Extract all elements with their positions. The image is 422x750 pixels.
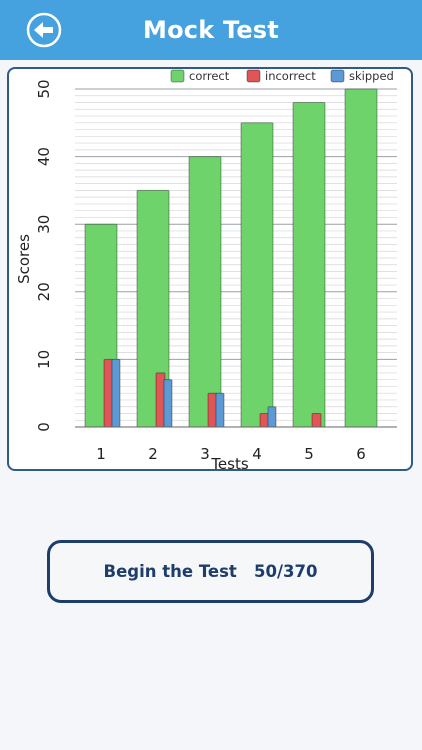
y-tick-label: 20 xyxy=(35,282,53,301)
x-tick-label: 2 xyxy=(148,445,158,463)
bar-correct xyxy=(344,88,378,428)
y-tick-label: 50 xyxy=(35,79,53,98)
question-progress: 50/370 xyxy=(254,562,318,581)
bar-correct xyxy=(188,156,222,428)
x-tick-label: 4 xyxy=(252,445,262,463)
legend-swatch-correct xyxy=(170,69,185,83)
bar-incorrect xyxy=(311,412,322,428)
begin-test-button[interactable]: Begin the Test 50/370 xyxy=(47,540,374,603)
bar-skipped xyxy=(111,358,121,428)
page-title: Mock Test xyxy=(143,16,279,44)
chart-panel: 0 10 20 30 40 50 Scores 1 2 3 4 5 6 Tests correct incor… xyxy=(7,67,413,473)
bar-skipped xyxy=(215,392,225,428)
x-tick-label: 3 xyxy=(200,445,210,463)
begin-test-label: Begin the Test xyxy=(103,562,237,581)
bar-correct xyxy=(240,122,274,428)
y-tick-label: 30 xyxy=(35,215,53,234)
x-tick-label: 6 xyxy=(356,445,366,463)
bar-skipped xyxy=(267,406,277,428)
legend-swatch-incorrect xyxy=(246,69,261,83)
bar-skipped xyxy=(163,379,173,428)
x-tick-label: 5 xyxy=(304,445,314,463)
header-bar: Mock Test xyxy=(0,0,422,60)
scores-chart: 0 10 20 30 40 50 Scores 1 2 3 4 5 6 Tests correct incor… xyxy=(15,69,397,473)
legend-label-skipped: skipped xyxy=(349,69,394,83)
y-tick-label: 40 xyxy=(35,147,53,166)
legend-label-incorrect: incorrect xyxy=(265,69,316,83)
x-axis-label: Tests xyxy=(210,455,249,473)
legend-label-correct: correct xyxy=(189,69,230,83)
y-tick-label: 0 xyxy=(35,422,53,432)
bar-correct xyxy=(292,102,326,428)
legend-swatch-skipped xyxy=(330,69,345,83)
y-axis-label: Scores xyxy=(15,234,33,284)
y-tick-label: 10 xyxy=(35,350,53,369)
x-tick-label: 1 xyxy=(96,445,106,463)
